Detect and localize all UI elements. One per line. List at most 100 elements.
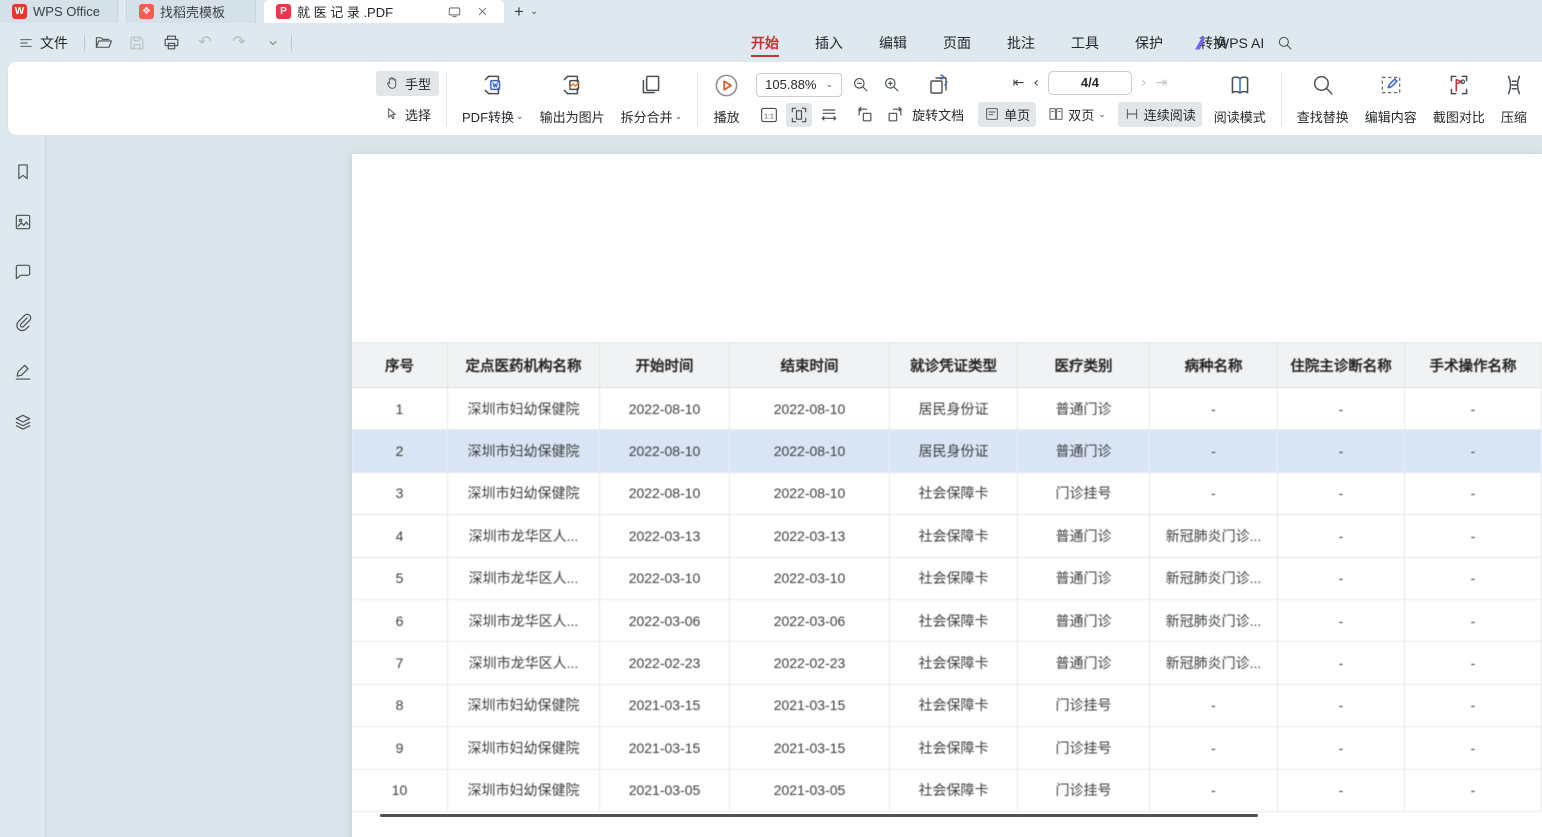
find-replace-icon: [1310, 72, 1335, 97]
menu-item-6[interactable]: 保护: [1117, 23, 1181, 62]
rotate-right-icon[interactable]: [882, 103, 908, 127]
tab-template[interactable]: ❖ 找稻壳模板: [126, 0, 256, 23]
table-row[interactable]: 2深圳市妇幼保健院2022-08-102022-08-10居民身份证普通门诊--…: [352, 430, 1542, 472]
edit-content-button[interactable]: 编辑内容: [1357, 70, 1425, 128]
divider: [291, 35, 292, 51]
last-page-icon[interactable]: ⇥: [1156, 75, 1168, 91]
chevron-down-icon: ⌄: [826, 79, 834, 90]
document-area[interactable]: 序号定点医药机构名称开始时间结束时间就诊凭证类型医疗类别病种名称住院主诊断名称手…: [46, 135, 1542, 837]
wps-ai-button[interactable]: WPS AI: [1185, 35, 1274, 51]
export-image-button[interactable]: 输出为图片: [532, 70, 613, 128]
table-cell: 1: [352, 388, 448, 430]
hand-tool-button[interactable]: 手型: [376, 71, 439, 96]
actual-size-icon[interactable]: 1:1: [756, 104, 782, 126]
menu-item-2[interactable]: 编辑: [861, 23, 925, 62]
next-page-icon[interactable]: ›: [1141, 75, 1147, 91]
table-row[interactable]: 8深圳市妇幼保健院2021-03-152021-03-15社会保障卡门诊挂号--…: [352, 685, 1542, 727]
menu-item-4[interactable]: 批注: [989, 23, 1053, 62]
screenshot-compare-button[interactable]: 截图对比: [1425, 70, 1493, 128]
present-monitor-icon[interactable]: [444, 2, 464, 22]
table-cell: -: [1150, 473, 1278, 515]
table-header-cell: 定点医药机构名称: [448, 343, 600, 387]
play-button[interactable]: 播放: [705, 70, 748, 128]
attachment-icon[interactable]: [8, 307, 38, 337]
read-mode-button[interactable]: 阅读模式: [1206, 70, 1274, 128]
table-cell: 6: [352, 600, 448, 642]
table-cell: 普通门诊: [1018, 430, 1150, 472]
menu-item-5[interactable]: 工具: [1053, 23, 1117, 62]
menu-item-1[interactable]: 插入: [797, 23, 861, 62]
tab-wps-office[interactable]: W WPS Office: [0, 0, 118, 23]
close-tab-icon[interactable]: [472, 2, 492, 22]
single-page-button[interactable]: 单页: [978, 102, 1036, 127]
signature-icon[interactable]: [8, 357, 38, 387]
compress-button[interactable]: 压缩: [1493, 70, 1535, 128]
table-row[interactable]: 10深圳市妇幼保健院2021-03-052021-03-05社会保障卡门诊挂号-…: [352, 770, 1542, 812]
table-row[interactable]: 9深圳市妇幼保健院2021-03-152021-03-15社会保障卡门诊挂号--…: [352, 727, 1542, 769]
table-row[interactable]: 7深圳市龙华区人...2022-02-232022-02-23社会保障卡普通门诊…: [352, 642, 1542, 684]
quickbar-chevron-icon[interactable]: [263, 33, 283, 53]
layers-icon[interactable]: [8, 407, 38, 437]
table-cell: 门诊挂号: [1018, 685, 1150, 727]
zoom-in-icon[interactable]: [879, 73, 904, 96]
pdf-convert-button[interactable]: PDF转换⌄: [454, 70, 532, 128]
rotate-doc-label[interactable]: 旋转文档: [912, 105, 964, 124]
wps-logo-icon: W: [12, 4, 27, 19]
first-page-icon[interactable]: ⇤: [1013, 75, 1025, 91]
pdf-convert-icon: [480, 72, 506, 98]
horizontal-scrollbar[interactable]: [380, 814, 1258, 817]
pdf-page[interactable]: 序号定点医药机构名称开始时间结束时间就诊凭证类型医疗类别病种名称住院主诊断名称手…: [352, 154, 1542, 837]
table-cell: 深圳市龙华区人...: [448, 600, 600, 642]
thumbnail-icon[interactable]: [8, 207, 38, 237]
export-image-icon: [559, 72, 585, 98]
open-folder-icon[interactable]: [93, 33, 113, 53]
double-page-label: 双页: [1068, 105, 1094, 124]
table-cell: 普通门诊: [1018, 600, 1150, 642]
fit-page-icon[interactable]: [786, 103, 812, 127]
select-tool-button[interactable]: 选择: [376, 102, 439, 127]
file-menu-button[interactable]: 文件: [10, 33, 76, 53]
table-row[interactable]: 3深圳市妇幼保健院2022-08-102022-08-10社会保障卡门诊挂号--…: [352, 473, 1542, 515]
print-icon[interactable]: [161, 33, 181, 53]
tab-document-active[interactable]: P 就 医 记 录 .PDF: [264, 0, 504, 23]
prev-page-icon[interactable]: ‹: [1033, 75, 1039, 91]
menu-item-0[interactable]: 开始: [733, 23, 797, 62]
bookmark-icon[interactable]: [8, 157, 38, 187]
table-row[interactable]: 4深圳市龙华区人...2022-03-132022-03-13社会保障卡普通门诊…: [352, 515, 1542, 557]
continuous-read-icon: [1124, 106, 1140, 122]
compress-icon: [1501, 72, 1527, 98]
page-indicator-input[interactable]: [1048, 71, 1132, 95]
find-replace-label: 查找替换: [1297, 107, 1349, 126]
table-cell: -: [1405, 515, 1542, 557]
zoom-level-select[interactable]: 105.88% ⌄: [756, 73, 842, 97]
table-cell: 2022-03-13: [600, 515, 730, 557]
find-replace-button[interactable]: 查找替换: [1289, 70, 1357, 128]
new-tab-button[interactable]: +: [514, 3, 524, 20]
continuous-read-button[interactable]: 连续阅读: [1118, 102, 1202, 127]
table-cell: -: [1405, 642, 1542, 684]
table-header-cell: 医疗类别: [1018, 343, 1150, 387]
double-page-button[interactable]: 双页 ⌄: [1042, 102, 1112, 127]
save-icon[interactable]: [127, 33, 147, 53]
menu-search-icon[interactable]: [1268, 34, 1302, 52]
zoom-out-icon[interactable]: [848, 73, 873, 96]
fit-width-icon[interactable]: [816, 103, 842, 127]
undo-icon[interactable]: ↶: [195, 33, 215, 53]
organize-pages-icon[interactable]: [924, 71, 954, 99]
table-cell: -: [1405, 558, 1542, 600]
edit-content-icon: [1378, 72, 1404, 98]
table-cell: -: [1278, 430, 1405, 472]
menu-item-3[interactable]: 页面: [925, 23, 989, 62]
double-page-icon: [1048, 106, 1064, 122]
table-row[interactable]: 5深圳市龙华区人...2022-03-102022-03-10社会保障卡普通门诊…: [352, 558, 1542, 600]
redo-icon[interactable]: ↷: [229, 33, 249, 53]
rotate-left-icon[interactable]: [852, 103, 878, 127]
table-row[interactable]: 1深圳市妇幼保健院2022-08-102022-08-10居民身份证普通门诊--…: [352, 388, 1542, 430]
table-cell: 深圳市妇幼保健院: [448, 473, 600, 515]
table-row[interactable]: 6深圳市龙华区人...2022-03-062022-03-06社会保障卡普通门诊…: [352, 600, 1542, 642]
single-page-icon: [984, 106, 1000, 122]
table-cell: 社会保障卡: [890, 770, 1018, 812]
comment-icon[interactable]: [8, 257, 38, 287]
tab-list-chevron-icon[interactable]: ⌄: [530, 6, 538, 17]
split-merge-button[interactable]: 拆分合并⌄: [613, 70, 691, 128]
